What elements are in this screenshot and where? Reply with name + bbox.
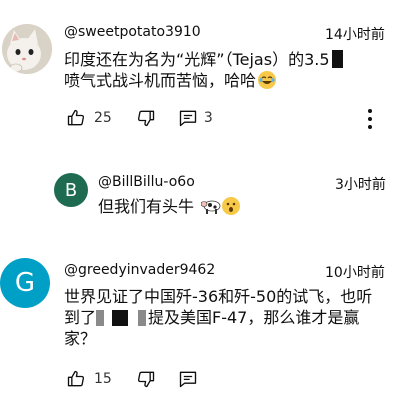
surprised-emoji-icon: [222, 197, 241, 215]
timestamp[interactable]: 3小时前: [335, 174, 386, 194]
comment-icon: [179, 110, 196, 127]
comment-text-part: 世界见证了中国歼-36和歼-50的试飞，也听: [64, 287, 373, 306]
timestamp[interactable]: 14小时前: [325, 24, 385, 44]
comment-text-part: 印度还在为名为“光辉”（Tejas）的3.5: [64, 50, 330, 69]
comment-actions: 25 3: [66, 108, 231, 128]
reply-item: B @BillBillu-o6o 3小时前 但我们有头牛: [0, 165, 400, 235]
laughing-emoji-icon: [258, 71, 277, 89]
reply-button[interactable]: [178, 369, 198, 389]
cow-emoji-icon: [200, 197, 221, 220]
comment-text-part: 提及美国F-47，那么谁才是赢: [148, 308, 360, 327]
like-button[interactable]: 25: [66, 108, 112, 128]
avatar[interactable]: B: [54, 173, 88, 207]
username[interactable]: @greedyinvader9462: [64, 262, 215, 278]
username[interactable]: @sweetpotato3910: [64, 24, 201, 40]
comment-icon: [179, 371, 196, 388]
dislike-button[interactable]: [136, 369, 156, 389]
like-count: 25: [94, 110, 112, 126]
dislike-button[interactable]: [136, 108, 156, 128]
thumbs-up-icon: [67, 370, 85, 387]
avatar[interactable]: G: [0, 258, 50, 308]
thumbs-up-icon: [67, 109, 85, 126]
avatar[interactable]: [2, 24, 52, 74]
thumbs-down-icon: [137, 110, 154, 127]
more-options-button[interactable]: [366, 107, 374, 131]
comment-item: G @greedyinvader9462 10小时前 世界见证了中国歼-36和歼…: [0, 250, 400, 400]
reply-count: 3: [203, 110, 213, 126]
comment-actions: 15: [66, 369, 216, 389]
comment-text-part: 家？: [64, 329, 97, 348]
username[interactable]: @BillBillu-o6o: [98, 174, 195, 190]
comment-text-part: 但我们有头牛: [98, 197, 195, 216]
redacted-block: [138, 310, 147, 326]
comment-item: @sweetpotato3910 14小时前 印度还在为名为“光辉”（Tejas…: [0, 0, 400, 150]
thumbs-down-icon: [137, 371, 154, 388]
comment-text: 印度还在为名为“光辉”（Tejas）的3.5 喷气式战斗机而苦恼，哈哈: [64, 49, 394, 91]
comment-text: 世界见证了中国歼-36和歼-50的试飞，也听 到了 提及美国F-47，那么谁才是赢…: [64, 286, 398, 349]
avatar-letter: G: [14, 268, 36, 298]
reply-button[interactable]: 3: [178, 108, 213, 128]
like-count: 15: [94, 371, 112, 387]
redacted-block: [331, 50, 343, 68]
comment-text-part: 到了: [64, 308, 97, 327]
dot: [368, 125, 372, 129]
comment-text-part: 喷气式战斗机而苦恼，哈哈: [64, 71, 257, 90]
redacted-block: [96, 310, 105, 326]
dot: [368, 117, 372, 121]
cat-avatar-icon: [2, 24, 52, 74]
dot: [368, 109, 372, 113]
timestamp[interactable]: 10小时前: [325, 262, 385, 282]
redacted-block: [112, 310, 129, 326]
comment-text: 但我们有头牛: [98, 196, 378, 220]
like-button[interactable]: 15: [66, 369, 112, 389]
avatar-letter: B: [64, 179, 78, 201]
